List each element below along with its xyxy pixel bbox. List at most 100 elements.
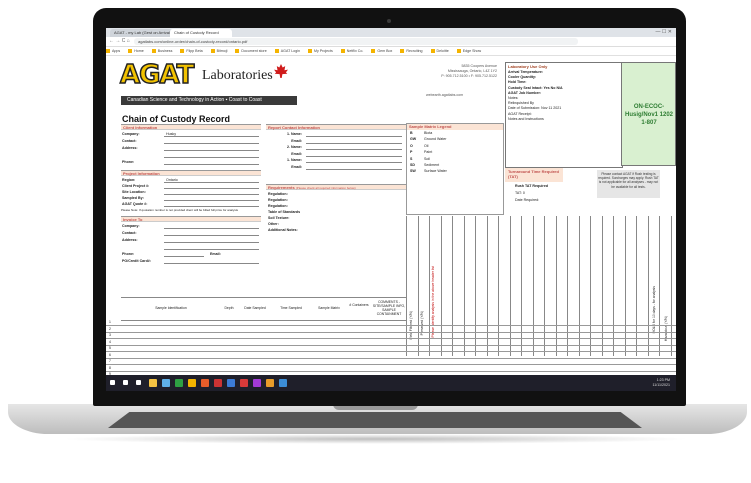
input-line[interactable] bbox=[164, 150, 259, 151]
page-title: Chain of Custody Record bbox=[122, 114, 231, 124]
bookmark-label: Apps bbox=[112, 49, 121, 53]
bookmark-icon bbox=[340, 49, 345, 54]
bookmark-item[interactable]: Flipp Beta bbox=[180, 49, 203, 54]
bookmark-item[interactable]: Netflix Co. bbox=[340, 49, 363, 54]
grid-column-line bbox=[406, 216, 407, 356]
bookmark-item[interactable]: Home bbox=[128, 49, 144, 54]
sample-row-line bbox=[106, 351, 676, 352]
bookmark-item[interactable]: Recruiting bbox=[400, 49, 423, 54]
input-line[interactable] bbox=[164, 263, 259, 264]
sample-row-line bbox=[106, 344, 676, 346]
bookmark-item[interactable]: AGAT Login bbox=[274, 49, 300, 54]
taskbar-app-icon[interactable] bbox=[136, 380, 141, 385]
taskbar-app-icon[interactable] bbox=[110, 380, 115, 385]
tat-header: Turnaround Time Required (TAT) bbox=[505, 168, 563, 182]
document: AGAT Laboratories Canadian Science and T… bbox=[106, 56, 676, 378]
bookmark-item[interactable]: My Projects bbox=[308, 49, 333, 54]
address-line: P: 905.712.5100 • F: 905.712.5122 bbox=[441, 74, 497, 78]
input-line[interactable] bbox=[164, 235, 259, 236]
matrix-name: Surface Water bbox=[424, 169, 447, 174]
project-info-header: Project Information bbox=[121, 170, 261, 176]
input-line[interactable] bbox=[306, 155, 402, 157]
matrix-name: Paint bbox=[424, 150, 433, 155]
row-number: 1 bbox=[109, 320, 111, 324]
lab-use-row: Notes and Instructions bbox=[508, 116, 544, 121]
keyboard-deck bbox=[108, 412, 642, 428]
taskbar-app-icon[interactable] bbox=[266, 379, 274, 387]
input-line[interactable] bbox=[164, 188, 259, 189]
input-line[interactable] bbox=[164, 200, 259, 201]
bookmark-label: Document store bbox=[241, 49, 267, 53]
input-line[interactable] bbox=[164, 182, 259, 183]
bookmark-item[interactable]: Business bbox=[151, 49, 172, 54]
tab-chain-of-custody[interactable]: Chain of Custody Record bbox=[170, 29, 232, 37]
taskbar-app-icon[interactable] bbox=[175, 379, 183, 387]
input-line[interactable] bbox=[164, 206, 259, 207]
bookmark-icon bbox=[106, 49, 110, 54]
taskbar-app-icon[interactable] bbox=[240, 379, 248, 387]
input-line[interactable] bbox=[164, 136, 259, 137]
taskbar-app-icon[interactable] bbox=[149, 379, 157, 387]
invoice-field-label: PO/Credit Card#: bbox=[122, 259, 151, 263]
taskbar-app-icon[interactable] bbox=[279, 379, 287, 387]
taskbar-app-icon[interactable] bbox=[201, 379, 209, 387]
quote-note: Please Note: If quotation number is not … bbox=[121, 208, 239, 212]
agat-logo: AGAT bbox=[119, 59, 195, 91]
report-field-label: 2. Name: bbox=[287, 145, 302, 149]
requirement-label: Additional Notes: bbox=[268, 228, 298, 232]
input-line[interactable] bbox=[164, 164, 259, 165]
bookmark-label: My Projects bbox=[314, 49, 333, 53]
requirements-title: Requirements bbox=[268, 185, 295, 190]
input-line[interactable] bbox=[164, 157, 259, 158]
taskbar-app-icon[interactable] bbox=[188, 379, 196, 387]
bookmark-icon bbox=[151, 49, 156, 54]
input-line[interactable] bbox=[306, 149, 402, 150]
input-line[interactable] bbox=[164, 242, 259, 243]
bookmark-item[interactable]: Edge Show bbox=[456, 49, 481, 54]
bookmark-item[interactable]: Apps bbox=[106, 49, 121, 54]
input-line[interactable] bbox=[164, 143, 259, 144]
input-line[interactable] bbox=[164, 194, 259, 195]
bookmark-item[interactable]: Bitmoji bbox=[210, 49, 228, 54]
taskbar-app-icon[interactable] bbox=[214, 379, 222, 387]
taskbar-app-icon[interactable] bbox=[123, 380, 128, 385]
sample-row-line bbox=[106, 338, 676, 339]
url-input[interactable]: agatlabs.com/online-order/chain-of-custo… bbox=[134, 38, 578, 45]
grid-column-line bbox=[555, 216, 557, 356]
bookmark-item[interactable]: Deloitte bbox=[430, 49, 449, 54]
grid-column-line bbox=[659, 216, 660, 356]
taskbar-app-icon[interactable] bbox=[227, 379, 235, 387]
window-controls[interactable]: — ☐ ✕ bbox=[656, 29, 672, 35]
col-sample-id: Sample Identification bbox=[155, 306, 187, 310]
report-field-label: Email: bbox=[291, 151, 302, 156]
input-line[interactable] bbox=[306, 162, 402, 163]
bookmark-label: Bitmoji bbox=[216, 49, 228, 53]
lab-address: 5835 Coopers Avenue Mississauga, Ontario… bbox=[402, 64, 497, 79]
address-bar: ← → C ⌂ agatlabs.com/online-order/chain-… bbox=[106, 37, 676, 47]
taskbar-app-icon[interactable] bbox=[253, 379, 261, 387]
grid-column-line bbox=[521, 216, 522, 356]
col-time: Time Sampled bbox=[280, 306, 302, 310]
grid-column-line bbox=[544, 216, 545, 356]
input-line[interactable] bbox=[306, 168, 402, 170]
input-line[interactable] bbox=[306, 136, 402, 137]
input-line[interactable] bbox=[164, 256, 204, 257]
input-line[interactable] bbox=[164, 249, 259, 250]
project-field-label: Region: bbox=[122, 178, 136, 182]
grid-column-line bbox=[670, 216, 672, 356]
grid-column-line bbox=[417, 216, 419, 356]
input-line[interactable] bbox=[164, 228, 259, 229]
row-number: 7 bbox=[109, 359, 111, 363]
invoice-field-label: Contact: bbox=[122, 231, 137, 235]
grid-column-line bbox=[636, 216, 637, 356]
taskbar-app-icon[interactable] bbox=[162, 379, 170, 387]
bookmark-item[interactable]: Document store bbox=[235, 49, 267, 54]
matrix-name: Soil bbox=[424, 156, 430, 161]
bookmark-icon bbox=[456, 49, 461, 54]
nav-buttons[interactable]: ← → C ⌂ bbox=[109, 38, 130, 44]
bookmark-icon bbox=[210, 49, 215, 54]
input-line[interactable] bbox=[306, 142, 402, 144]
bookmark-item[interactable]: Gem Box bbox=[371, 49, 392, 54]
website[interactable]: webearth.agatlabs.com bbox=[426, 93, 463, 97]
tab-agat[interactable]: AGAT - my Lab (Gest on Arrival) bbox=[110, 29, 172, 37]
